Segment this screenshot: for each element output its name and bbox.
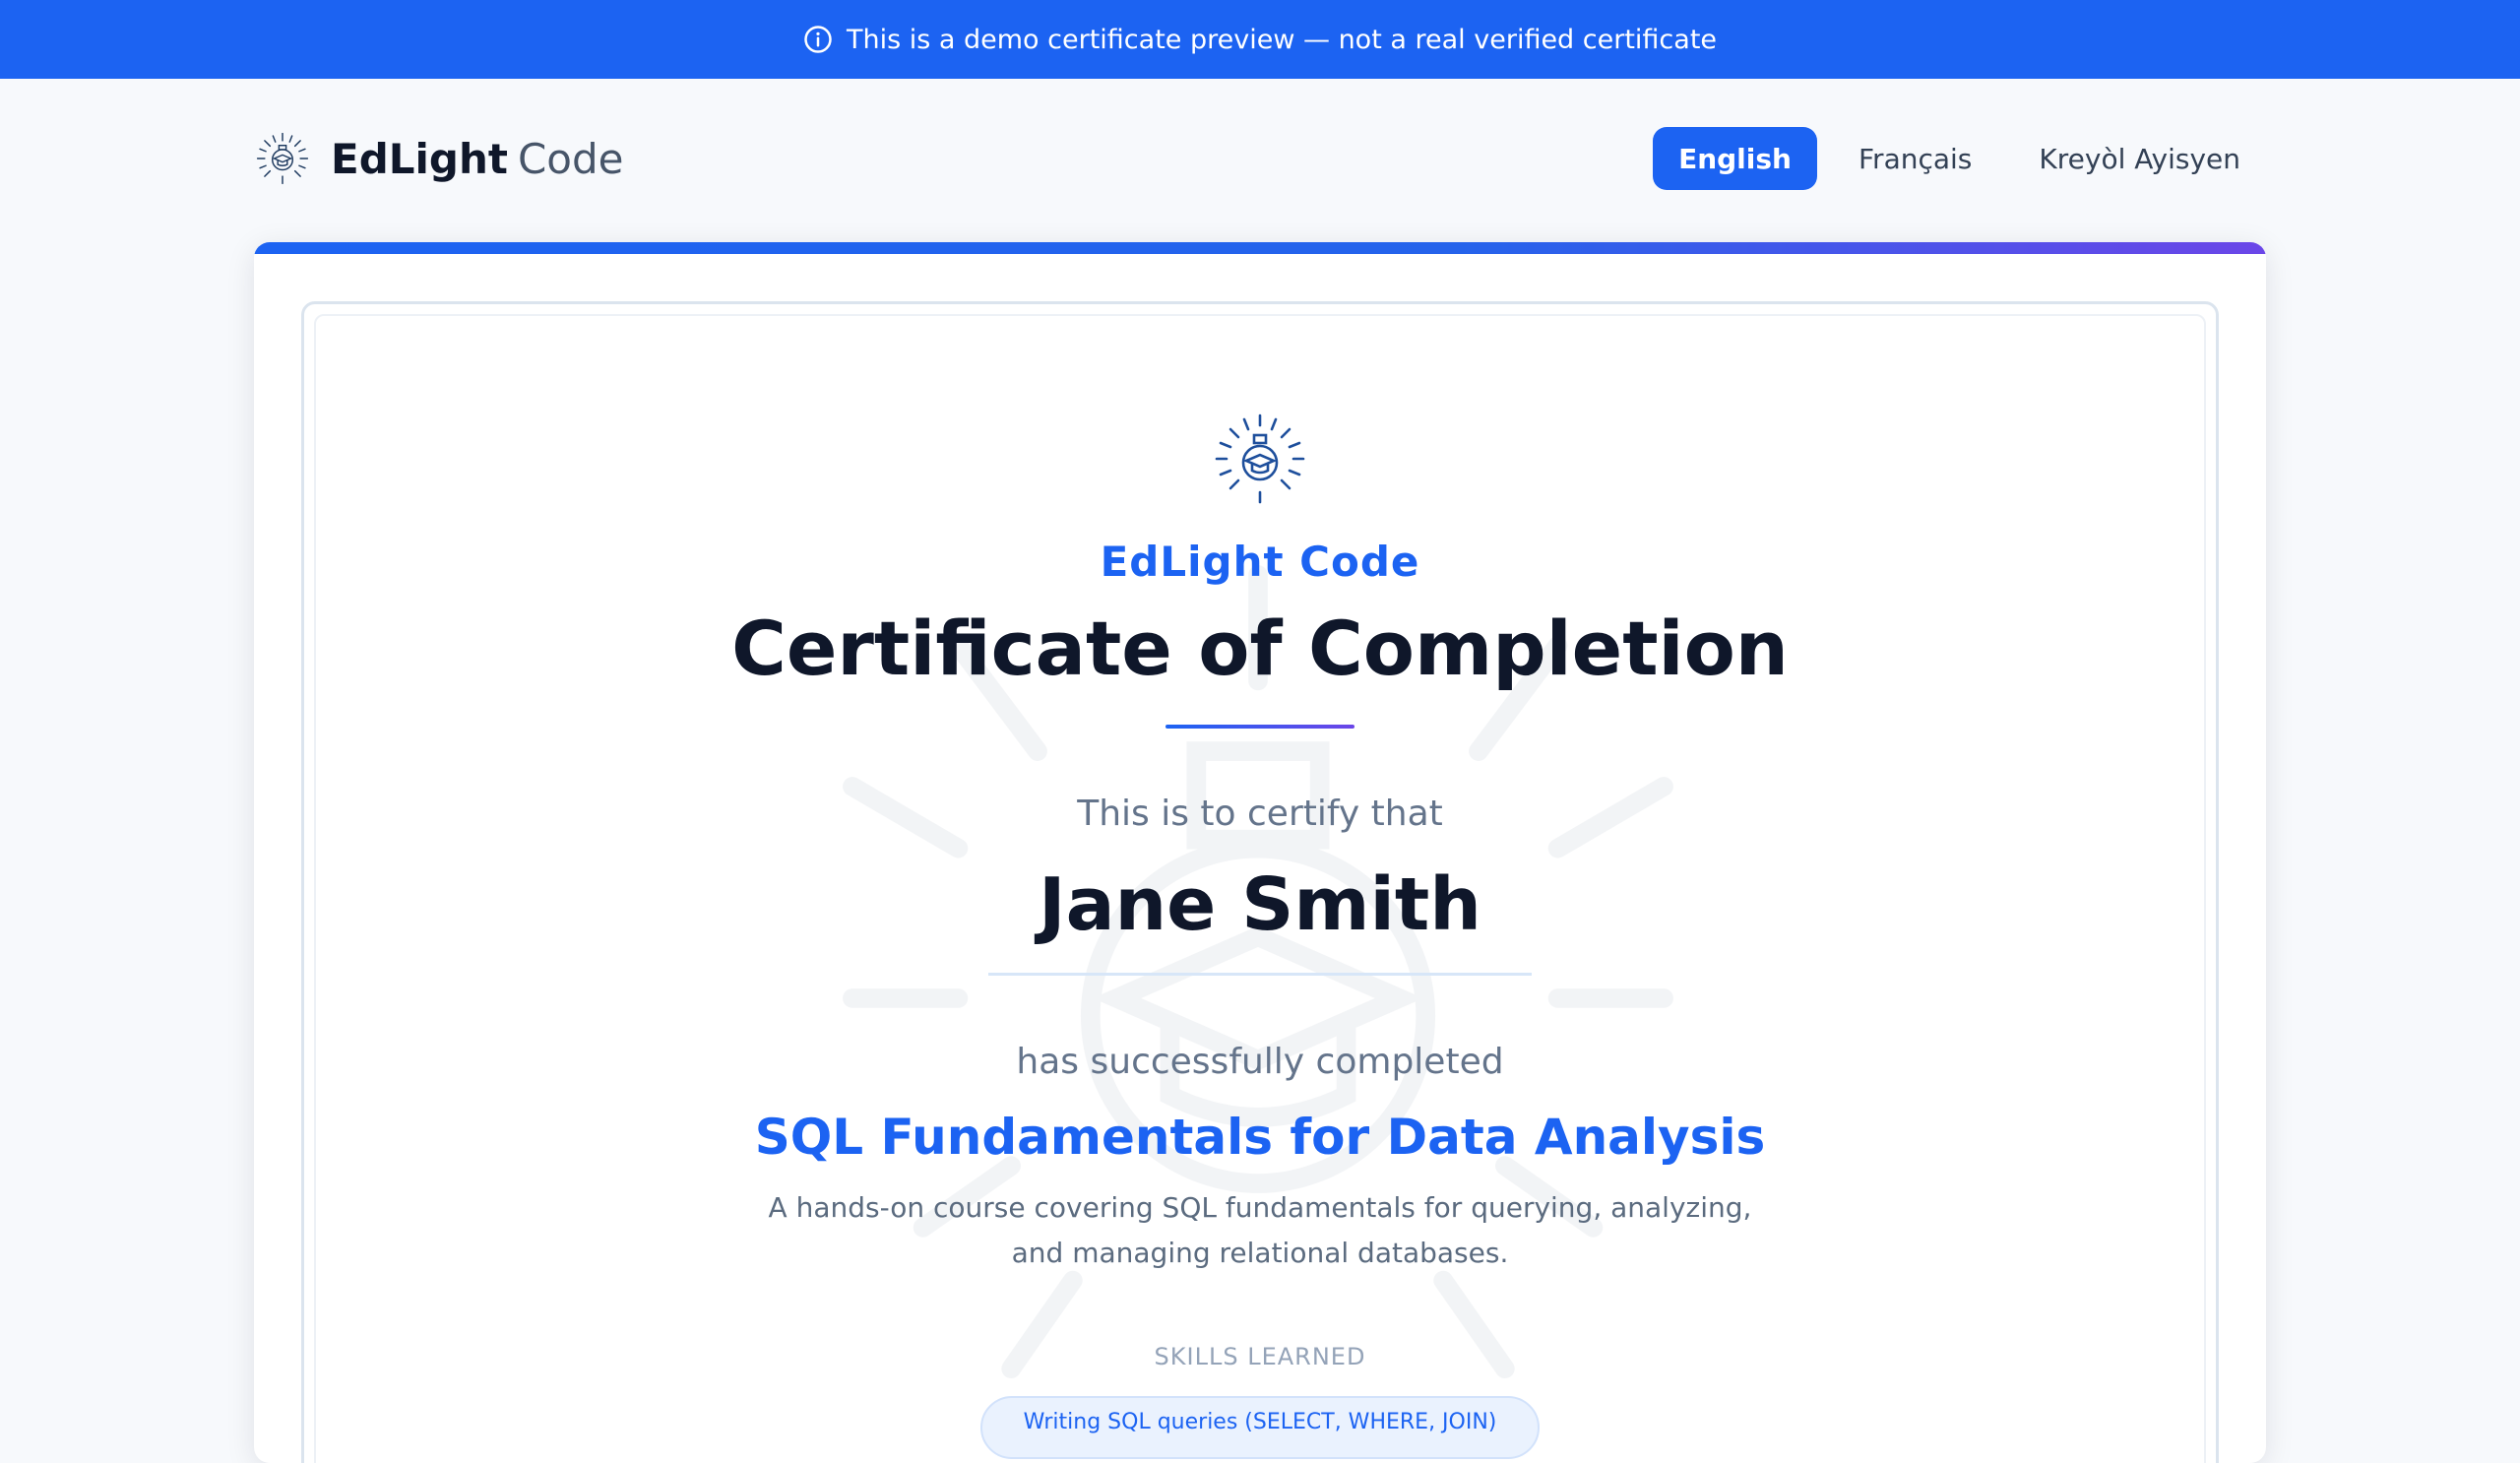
language-switcher: English Français Kreyòl Ayisyen [1653, 127, 2266, 190]
brand-name-strong: EdLight [331, 134, 508, 183]
demo-banner-text: This is a demo certificate preview — not… [846, 24, 1718, 55]
certificate-logo-icon [1215, 413, 1305, 504]
lightbulb-graduation-icon [256, 132, 309, 185]
certificate-content: EdLight Code Certificate of Completion T… [254, 242, 2266, 1463]
certify-text: This is to certify that [1077, 794, 1443, 834]
completed-text: has successfully completed [1016, 1042, 1504, 1082]
language-french-button[interactable]: Français [1833, 127, 1997, 190]
skill-chip: Writing SQL queries (SELECT, WHERE, JOIN… [980, 1396, 1540, 1459]
demo-banner: This is a demo certificate preview — not… [0, 0, 2520, 79]
brand-link[interactable]: EdLight Code [254, 130, 624, 187]
course-title: SQL Fundamentals for Data Analysis [754, 1109, 1766, 1166]
certificate-title: Certificate of Completion [731, 604, 1789, 692]
site-header: EdLight Code English Français Kreyòl Ayis… [254, 126, 2266, 191]
certificate-org-name: EdLight Code [1100, 538, 1420, 586]
course-description: A hands-on course covering SQL fundament… [768, 1191, 1752, 1269]
title-divider [1166, 725, 1354, 729]
brand-name: EdLight Code [331, 135, 624, 183]
language-creole-button[interactable]: Kreyòl Ayisyen [2013, 127, 2266, 190]
info-icon [804, 26, 832, 53]
language-english-button[interactable]: English [1653, 127, 1817, 190]
recipient-name: Jane Smith [1039, 862, 1481, 947]
certificate-card: EdLight Code Certificate of Completion T… [254, 242, 2266, 1463]
recipient-underline [988, 973, 1532, 976]
brand-name-light: Code [517, 134, 624, 183]
skills-label: SKILLS LEARNED [1154, 1343, 1366, 1370]
